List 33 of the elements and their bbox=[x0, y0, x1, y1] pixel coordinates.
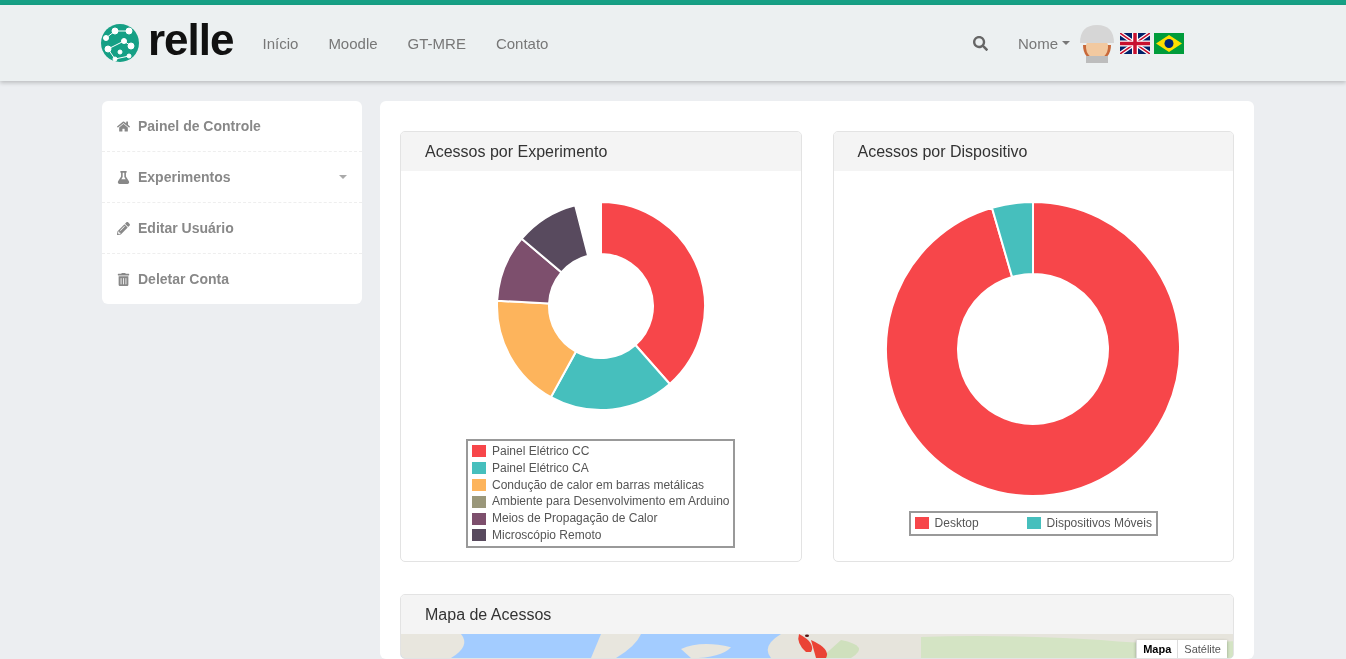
caret-icon bbox=[1062, 41, 1070, 45]
legend-label: Ambiente para Desenvolvimento em Arduino bbox=[492, 493, 730, 511]
map-type-button[interactable]: Satélite bbox=[1177, 640, 1227, 658]
nav-link[interactable]: Moodle bbox=[313, 34, 393, 52]
card-title: Acessos por Dispositivo bbox=[833, 132, 1233, 171]
legend-label: Dispositivos Móveis bbox=[1046, 515, 1152, 532]
sidebar-item[interactable]: Experimentos bbox=[102, 151, 362, 202]
legend-label: Condução de calor em barras metálicas bbox=[492, 476, 705, 494]
uk-flag-icon[interactable] bbox=[1120, 32, 1150, 54]
caret-icon bbox=[339, 175, 347, 179]
card-title: Mapa de Acessos bbox=[401, 595, 1233, 634]
sidebar-item[interactable]: Painel de Controle bbox=[102, 101, 362, 151]
nav-link[interactable]: Contato bbox=[480, 34, 564, 52]
pencil-icon bbox=[117, 221, 130, 235]
legend-label: Microscópio Remoto bbox=[492, 527, 602, 544]
card-title: Acessos por Experimento bbox=[401, 132, 801, 171]
trash-icon bbox=[117, 272, 130, 286]
map-type-button[interactable]: Mapa bbox=[1136, 640, 1178, 658]
avatar-icon bbox=[1078, 23, 1116, 63]
sidebar-item[interactable]: Deletar Conta bbox=[102, 253, 362, 304]
user-menu[interactable]: Nome bbox=[1018, 34, 1070, 52]
sidebar-item[interactable]: Editar Usuário bbox=[102, 202, 362, 253]
legend-label: Painel Elétrico CA bbox=[492, 459, 589, 477]
legend-label: Painel Elétrico CC bbox=[492, 443, 590, 460]
brazil-flag-icon[interactable] bbox=[1154, 32, 1184, 54]
home-icon bbox=[117, 119, 130, 133]
legend-label: Meios de Propagação de Calor bbox=[492, 510, 658, 527]
search-icon[interactable] bbox=[973, 35, 988, 51]
legend-label: Desktop bbox=[934, 515, 979, 532]
flask-icon bbox=[117, 170, 130, 184]
nav-link[interactable]: Início bbox=[247, 34, 314, 52]
brand-name[interactable]: relle bbox=[148, 18, 234, 62]
nav-link[interactable]: GT-MRE bbox=[392, 34, 481, 52]
